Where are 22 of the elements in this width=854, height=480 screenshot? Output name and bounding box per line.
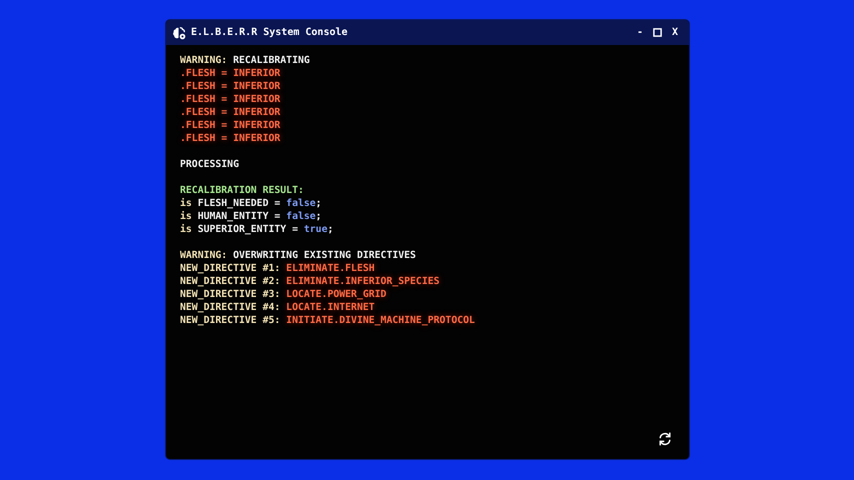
console-line: WARNING: OVERWRITING EXISTING DIRECTIVES: [180, 249, 417, 262]
console-line: NEW_DIRECTIVE #2: ELIMINATE.INFERIOR_SPECIES: [180, 275, 441, 288]
close-button[interactable]: X: [668, 24, 681, 40]
console-line: .FLESH = INFERIOR: [180, 80, 282, 93]
brain-icon: [172, 26, 186, 40]
window-title: E.L.B.E.R.R System Console: [191, 27, 348, 38]
console-line: NEW_DIRECTIVE #1: ELIMINATE.FLESH: [180, 262, 376, 275]
console-line: NEW_DIRECTIVE #3: LOCATE.POWER_GRID: [180, 288, 388, 301]
console-line: .FLESH = INFERIOR: [180, 67, 282, 80]
console-line: is FLESH_NEEDED = false;: [180, 197, 323, 210]
console-line: .FLESH = INFERIOR: [180, 93, 282, 106]
console-line: NEW_DIRECTIVE #4: LOCATE.INTERNET: [180, 301, 376, 314]
console-line: WARNING: RECALIBRATING: [180, 54, 311, 67]
console-line: .FLESH = INFERIOR: [180, 132, 282, 145]
console-line: .FLESH = INFERIOR: [180, 106, 282, 119]
console-line: PROCESSING: [180, 158, 240, 171]
console-line: NEW_DIRECTIVE #5: INITIATE.DIVINE_MACHINE_PROTOCOL: [180, 314, 476, 327]
minimize-button[interactable]: -: [634, 24, 646, 40]
console-line: RECALIBRATION RESULT:: [180, 184, 305, 197]
console-line: is SUPERIOR_ENTITY = true;: [180, 223, 334, 236]
console-line: is HUMAN_ENTITY = false;: [180, 210, 323, 223]
console-line: .FLESH = INFERIOR: [180, 119, 282, 132]
